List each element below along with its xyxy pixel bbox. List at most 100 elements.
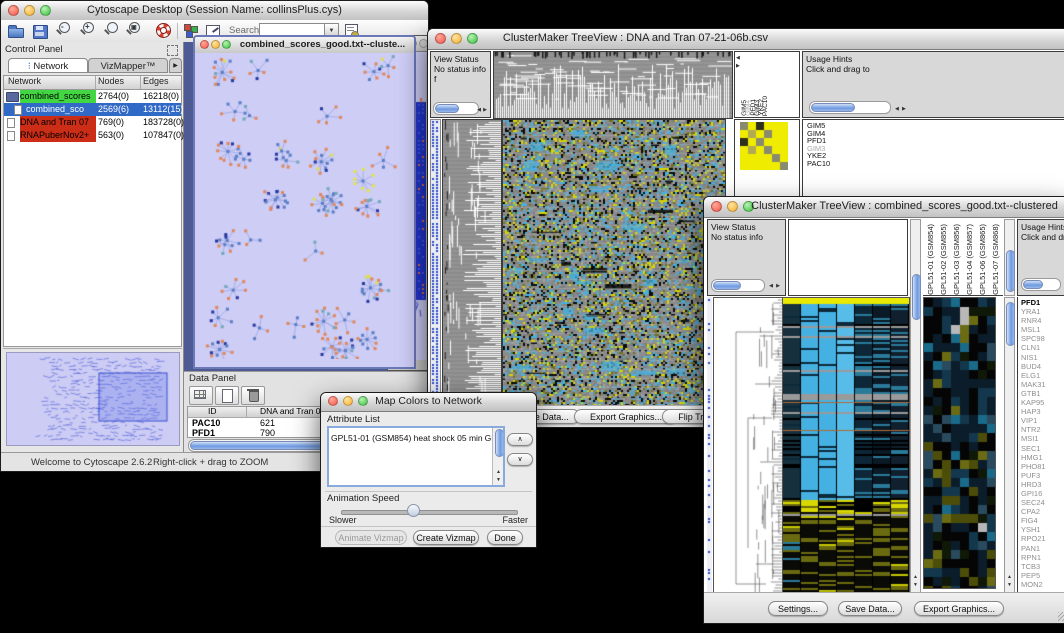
- minimize-button[interactable]: [211, 40, 220, 49]
- gene-label[interactable]: YSH1: [1021, 525, 1046, 534]
- float-panel-icon[interactable]: [167, 45, 178, 56]
- gene-label[interactable]: PFD1: [1021, 298, 1046, 307]
- col-network[interactable]: Network: [8, 76, 41, 86]
- zoom-button[interactable]: [467, 33, 478, 44]
- open-file-icon[interactable]: [7, 22, 25, 40]
- tv1-hints-hscrollbar[interactable]: [809, 101, 891, 114]
- tv2-heatmap[interactable]: [782, 297, 910, 595]
- gene-label[interactable]: SEC1: [1021, 444, 1046, 453]
- animate-vizmap-button[interactable]: Animate Vizmap: [335, 530, 407, 545]
- column-label[interactable]: PAC10: [764, 96, 768, 116]
- scroll-up-icon[interactable]: ▲: [913, 575, 918, 580]
- scroll-up-icon[interactable]: ◀: [736, 56, 740, 61]
- new-attribute-button[interactable]: [215, 386, 239, 405]
- gene-label[interactable]: ELG1: [1021, 371, 1046, 380]
- gene-label[interactable]: CPA2: [1021, 507, 1046, 516]
- gene-label[interactable]: GPI16: [1021, 489, 1046, 498]
- table-row[interactable]: PAC10: [192, 418, 220, 428]
- scroll-left-icon[interactable]: ◀: [895, 107, 899, 112]
- scrollbar-thumb[interactable]: [1006, 250, 1015, 292]
- speed-slider-thumb[interactable]: [407, 504, 420, 517]
- gene-label[interactable]: PEP5: [1021, 571, 1046, 580]
- done-button[interactable]: Done: [487, 530, 523, 545]
- move-down-button[interactable]: ∨: [507, 453, 533, 466]
- scroll-down-icon[interactable]: ▼: [1007, 583, 1012, 588]
- tv1-zoom-heatmap[interactable]: [740, 122, 788, 170]
- scroll-down-icon[interactable]: ▼: [913, 583, 918, 588]
- column-label[interactable]: GPL51-08 (GSM872): [1002, 224, 1003, 295]
- gene-label[interactable]: PHO81: [1021, 462, 1046, 471]
- gene-label[interactable]: HAP3: [1021, 407, 1046, 416]
- minimize-button[interactable]: [727, 201, 738, 212]
- col-nodes[interactable]: Nodes: [98, 76, 124, 86]
- gene-label[interactable]: VIP1: [1021, 416, 1046, 425]
- tv1-status-hscrollbar[interactable]: [433, 102, 479, 115]
- tv1-col-dendrogram[interactable]: [493, 51, 733, 119]
- gene-label[interactable]: YRA1: [1021, 307, 1046, 316]
- gene-label[interactable]: HRD3: [1021, 480, 1046, 489]
- settings-button[interactable]: Settings...: [768, 601, 828, 616]
- treeview1-titlebar[interactable]: ClusterMaker TreeView : DNA and Tran 07-…: [428, 29, 1064, 50]
- help-lifebuoy-icon[interactable]: [155, 22, 173, 40]
- panel-divider[interactable]: [3, 348, 182, 351]
- tv1-row-dendrogram[interactable]: [442, 119, 502, 408]
- tv1-global-strip[interactable]: [430, 119, 441, 408]
- tv2-main-vscrollbar[interactable]: ▲ ▼: [910, 219, 921, 593]
- speed-slider-track[interactable]: [341, 510, 518, 515]
- gene-label[interactable]: GTB1: [1021, 389, 1046, 398]
- gene-label[interactable]: MSI1: [1021, 434, 1046, 443]
- close-button[interactable]: [200, 40, 209, 49]
- scroll-down-icon[interactable]: ▼: [496, 478, 501, 483]
- gene-label[interactable]: NIS1: [1021, 353, 1046, 362]
- gene-label[interactable]: PAN1: [1021, 544, 1046, 553]
- zoom-selected-icon[interactable]: [107, 22, 125, 40]
- attribute-item[interactable]: GPL51-01 (GSM854) heat shock 05 min: [329, 433, 483, 443]
- overview-canvas[interactable]: [6, 352, 180, 446]
- gene-label[interactable]: PUF3: [1021, 471, 1046, 480]
- tv2-zoom-heatmap[interactable]: [923, 297, 996, 589]
- scroll-right-icon[interactable]: ▶: [902, 107, 906, 112]
- tv2-col-dendrogram-panel[interactable]: [788, 219, 908, 296]
- gene-label[interactable]: MAK31: [1021, 380, 1046, 389]
- gene-label[interactable]: FIG4: [1021, 516, 1046, 525]
- gene-label[interactable]: PAC10: [807, 160, 830, 168]
- zoom-in-icon[interactable]: +: [83, 22, 101, 40]
- scroll-left-icon[interactable]: ◀: [477, 108, 481, 113]
- gene-label[interactable]: MON2: [1021, 580, 1046, 589]
- tab-vizmapper[interactable]: VizMapper™: [88, 58, 168, 73]
- network-view-titlebar[interactable]: combined_scores_good.txt--cluste...: [195, 37, 414, 54]
- tv2-zoom-vscrollbar[interactable]: ▲ ▼: [1004, 297, 1015, 593]
- scroll-up-icon[interactable]: ▲: [1007, 575, 1012, 580]
- export-graphics-button[interactable]: Export Graphics...: [914, 601, 1004, 616]
- column-label[interactable]: GPL51-03 (GSM856): [950, 224, 963, 295]
- table-mode-button[interactable]: [189, 386, 213, 405]
- scroll-right-icon[interactable]: ▶: [483, 108, 487, 113]
- scrollbar-thumb[interactable]: [1006, 302, 1015, 346]
- network-row-selected[interactable]: combined_sco 2569(6) 13112(15): [4, 103, 181, 116]
- gene-label[interactable]: HMG1: [1021, 453, 1046, 462]
- resize-grip[interactable]: [1058, 612, 1064, 621]
- column-label[interactable]: GPL51-06 (GSM865): [976, 224, 989, 295]
- scrollbar-thumb[interactable]: [912, 274, 921, 320]
- zoom-fit-icon[interactable]: ▣: [129, 22, 147, 40]
- gene-label[interactable]: KAP95: [1021, 398, 1046, 407]
- scroll-down-icon[interactable]: ▶: [736, 64, 740, 69]
- scroll-up-icon[interactable]: ▲: [496, 470, 501, 475]
- tv2-global-strip[interactable]: [707, 297, 712, 593]
- gene-label[interactable]: MSL1: [1021, 325, 1046, 334]
- gene-label[interactable]: SEC24: [1021, 498, 1046, 507]
- tv2-labels-vscrollbar[interactable]: [1004, 219, 1015, 296]
- save-data-button[interactable]: Save Data...: [838, 601, 902, 616]
- main-titlebar[interactable]: Cytoscape Desktop (Session Name: collins…: [1, 1, 428, 21]
- column-label[interactable]: GPL51-01 (GSM854): [924, 224, 937, 295]
- close-button[interactable]: [435, 33, 446, 44]
- network-table-header[interactable]: Network Nodes Edges: [4, 76, 181, 90]
- column-label[interactable]: GPL51-07 (GSM868): [989, 224, 1002, 295]
- network-row-combined-scores[interactable]: combined_scores 2764(0) 16218(0): [4, 90, 181, 103]
- treeview2-titlebar[interactable]: ClusterMaker TreeView : combined_scores_…: [704, 197, 1064, 218]
- tab-network[interactable]: ⁝ Network: [8, 58, 88, 73]
- zoom-button[interactable]: [222, 40, 231, 49]
- tab-overflow-arrow[interactable]: ▶: [169, 58, 182, 73]
- scroll-right-icon[interactable]: ▶: [776, 284, 780, 289]
- column-label[interactable]: GPL51-02 (GSM855): [937, 224, 950, 295]
